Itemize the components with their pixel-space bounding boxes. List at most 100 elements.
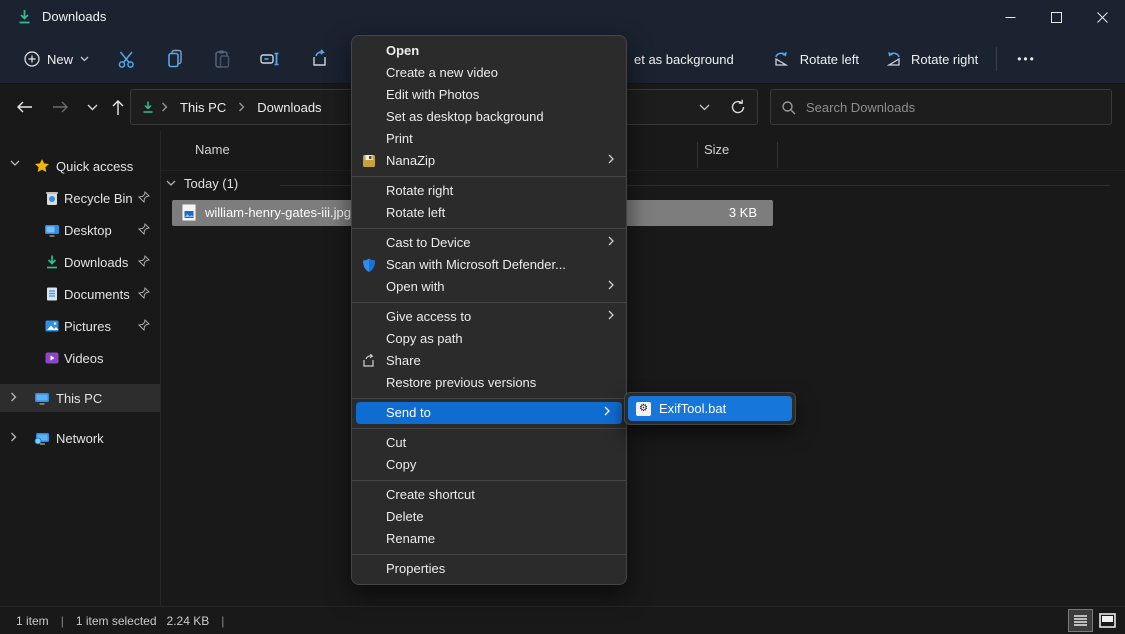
menu-separator [352, 476, 626, 484]
chevron-right-icon[interactable] [10, 392, 17, 402]
menu-item-cut[interactable]: Cut [352, 432, 626, 454]
submenu-item-exiftool[interactable]: ⚙ ExifTool.bat [628, 396, 792, 421]
header-underline [161, 170, 1125, 171]
sidebar-item-network[interactable]: Network [0, 424, 160, 452]
menu-item-create-shortcut[interactable]: Create shortcut [352, 484, 626, 506]
defender-shield-icon [361, 257, 377, 273]
menu-item-cast-to-device[interactable]: Cast to Device [352, 232, 626, 254]
sidebar-item-label: Desktop [64, 223, 112, 238]
rename-icon[interactable] [258, 47, 282, 71]
menu-item-set-as-desktop-background[interactable]: Set as desktop background [352, 106, 626, 128]
pin-icon [138, 319, 150, 331]
menu-item-share[interactable]: Share [352, 350, 626, 372]
column-header-size[interactable]: Size [704, 142, 729, 157]
menu-item-restore-previous-versions[interactable]: Restore previous versions [352, 372, 626, 394]
minimize-button[interactable] [987, 0, 1033, 35]
downloads-icon [44, 254, 60, 270]
menu-separator [352, 172, 626, 180]
sidebar-item-label: Videos [64, 351, 104, 366]
sidebar-quick-access[interactable]: Quick access [0, 152, 160, 180]
rotate-right-button[interactable]: Rotate right [871, 43, 990, 75]
column-header-name[interactable]: Name [195, 142, 230, 157]
menu-item-rename[interactable]: Rename [352, 528, 626, 550]
menu-item-label: Set as desktop background [386, 109, 544, 124]
sidebar-item-pictures[interactable]: Pictures [0, 312, 160, 340]
sidebar-item-this-pc[interactable]: This PC [0, 384, 160, 412]
menu-item-send-to[interactable]: Send to [356, 402, 622, 424]
address-dropdown-chevron[interactable] [689, 93, 719, 121]
chevron-down-icon[interactable] [166, 180, 176, 187]
selection-size: 2.24 KB [167, 614, 210, 628]
sidebar-divider [160, 131, 161, 606]
column-divider[interactable] [697, 142, 698, 168]
submenu-chevron-icon [607, 309, 615, 321]
breadcrumb-this-pc[interactable]: This PC [174, 100, 232, 115]
set-as-background-button[interactable]: et as background [622, 43, 746, 75]
menu-item-label: Properties [386, 561, 445, 576]
menu-item-rotate-right[interactable]: Rotate right [352, 180, 626, 202]
rotate-left-icon [772, 49, 792, 69]
paste-icon[interactable] [210, 47, 234, 71]
menu-item-scan-with-defender[interactable]: Scan with Microsoft Defender... [352, 254, 626, 276]
menu-item-label: Rotate right [386, 183, 453, 198]
menu-item-delete[interactable]: Delete [352, 506, 626, 528]
menu-item-rotate-left[interactable]: Rotate left [352, 202, 626, 224]
menu-item-label: Open [386, 43, 419, 58]
share-icon[interactable] [306, 47, 330, 71]
menu-item-open[interactable]: Open [352, 40, 626, 62]
status-separator: | [61, 614, 64, 628]
menu-item-label: Copy as path [386, 331, 463, 346]
sidebar-item-label: Recycle Bin [64, 191, 133, 206]
maximize-button[interactable] [1033, 0, 1079, 35]
menu-item-give-access-to[interactable]: Give access to [352, 306, 626, 328]
documents-icon [44, 286, 60, 302]
menu-item-print[interactable]: Print [352, 128, 626, 150]
sidebar-item-videos[interactable]: Videos [0, 344, 160, 372]
menu-item-label: Rotate left [386, 205, 445, 220]
rotate-left-button[interactable]: Rotate left [760, 43, 871, 75]
new-button[interactable]: New [14, 44, 99, 74]
refresh-icon[interactable] [723, 93, 753, 121]
breadcrumb-downloads[interactable]: Downloads [251, 100, 327, 115]
menu-item-nanazip[interactable]: NanaZip [352, 150, 626, 172]
menu-item-copy[interactable]: Copy [352, 454, 626, 476]
search-input[interactable]: Search Downloads [770, 89, 1112, 125]
copy-icon[interactable] [163, 47, 187, 71]
menu-item-edit-with-photos[interactable]: Edit with Photos [352, 84, 626, 106]
forward-button[interactable] [44, 91, 76, 123]
file-name: william-henry-gates-iii.jpg [205, 205, 351, 220]
menu-item-label: Send to [386, 405, 431, 420]
this-pc-icon [34, 390, 50, 406]
menu-item-label: NanaZip [386, 153, 435, 168]
menu-item-label: Cast to Device [386, 235, 471, 250]
submenu-chevron-icon [607, 153, 615, 165]
pin-icon [138, 255, 150, 267]
sidebar-item-documents[interactable]: Documents [0, 280, 160, 308]
thumbnail-view-button[interactable] [1096, 610, 1119, 631]
back-button[interactable] [8, 91, 40, 123]
sidebar-item-desktop[interactable]: Desktop [0, 216, 160, 244]
sidebar-quick-access-label: Quick access [56, 159, 133, 174]
set-as-background-label: et as background [634, 52, 734, 67]
column-divider[interactable] [777, 142, 778, 168]
sidebar-item-recycle-bin[interactable]: Recycle Bin [0, 184, 160, 212]
cut-icon[interactable] [115, 47, 139, 71]
menu-item-label: Scan with Microsoft Defender... [386, 257, 566, 272]
chevron-down-icon[interactable] [10, 160, 20, 167]
details-view-button[interactable] [1069, 610, 1092, 631]
menu-item-label: Print [386, 131, 413, 146]
see-more-button[interactable]: ••• [1003, 52, 1050, 66]
close-button[interactable] [1079, 0, 1125, 35]
group-header-today[interactable]: Today (1) [166, 176, 238, 191]
window-title: Downloads [42, 9, 106, 24]
menu-item-create-a-new-video[interactable]: Create a new video [352, 62, 626, 84]
sidebar-item-downloads[interactable]: Downloads [0, 248, 160, 276]
sidebar-item-label: Documents [64, 287, 130, 302]
sidebar-network-label: Network [56, 431, 104, 446]
menu-item-open-with[interactable]: Open with [352, 276, 626, 298]
menu-item-label: Share [386, 353, 421, 368]
context-menu: Open Create a new video Edit with Photos… [351, 35, 627, 585]
menu-item-properties[interactable]: Properties [352, 558, 626, 580]
chevron-right-icon[interactable] [10, 432, 17, 442]
menu-item-copy-as-path[interactable]: Copy as path [352, 328, 626, 350]
